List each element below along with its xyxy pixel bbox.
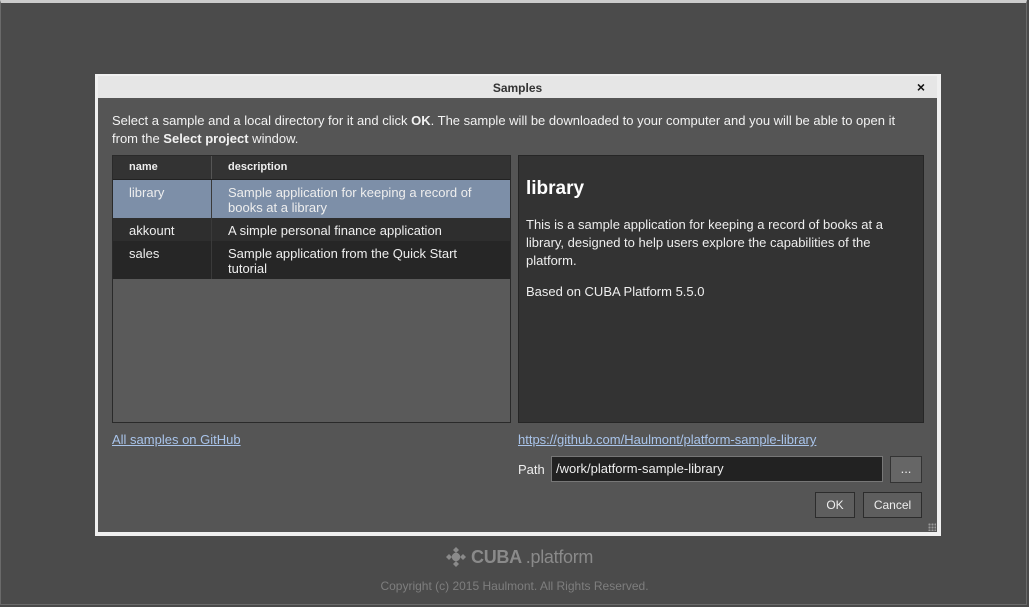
resize-grip-icon[interactable] — [928, 523, 936, 531]
intro-part3: window. — [248, 131, 299, 146]
dialog-content: Select a sample and a local directory fo… — [98, 98, 937, 532]
sample-detail-panel: library This is a sample application for… — [518, 155, 924, 423]
detail-description: This is a sample application for keeping… — [526, 217, 883, 268]
repo-link[interactable]: https://github.com/Haulmont/platform-sam… — [518, 432, 816, 447]
table-row[interactable]: library Sample application for keeping a… — [113, 180, 510, 218]
close-icon[interactable]: × — [913, 78, 929, 95]
cell-name: library — [113, 180, 212, 218]
cuba-logo-icon — [446, 547, 466, 567]
cell-name: akkount — [113, 218, 212, 241]
dialog-titlebar[interactable]: Samples × — [98, 76, 937, 98]
brand-light: .platform — [525, 546, 594, 567]
column-header-name[interactable]: name — [113, 156, 212, 179]
table-row[interactable]: sales Sample application from the Quick … — [113, 241, 510, 279]
cell-name: sales — [113, 241, 212, 279]
intro-ok-bold: OK — [411, 113, 431, 128]
intro-part1: Select a sample and a local directory fo… — [112, 113, 412, 128]
detail-heading: library — [526, 178, 585, 199]
intro-select-project-bold: Select project — [163, 131, 249, 146]
all-samples-link[interactable]: All samples on GitHub — [112, 432, 241, 447]
path-label: Path — [518, 462, 545, 477]
copyright-text: Copyright (c) 2015 Haulmont. All Rights … — [380, 579, 649, 593]
path-input[interactable]: /work/platform-sample-library — [551, 456, 883, 482]
cancel-button[interactable]: Cancel — [863, 492, 922, 518]
column-header-description[interactable]: description — [212, 156, 510, 179]
cuba-platform-logo: CUBA .platform — [445, 546, 593, 568]
cell-description: Sample application for keeping a record … — [228, 185, 472, 215]
intro-text: Select a sample and a local directory fo… — [112, 112, 912, 148]
detail-based-on: Based on CUBA Platform 5.5.0 — [526, 284, 705, 299]
cell-description: Sample application from the Quick Start … — [228, 246, 458, 276]
samples-dialog: Samples × Select a sample and a local di… — [95, 74, 941, 536]
table-header: name description — [113, 156, 510, 180]
brand-bold: CUBA — [471, 546, 522, 567]
ok-button[interactable]: OK — [815, 492, 855, 518]
table-row[interactable]: akkount A simple personal finance applic… — [113, 218, 510, 241]
browse-button[interactable]: ... — [890, 456, 922, 483]
samples-table: name description library Sample applicat… — [112, 155, 511, 423]
dialog-title: Samples — [492, 81, 543, 95]
cell-description: A simple personal finance application — [228, 223, 442, 238]
